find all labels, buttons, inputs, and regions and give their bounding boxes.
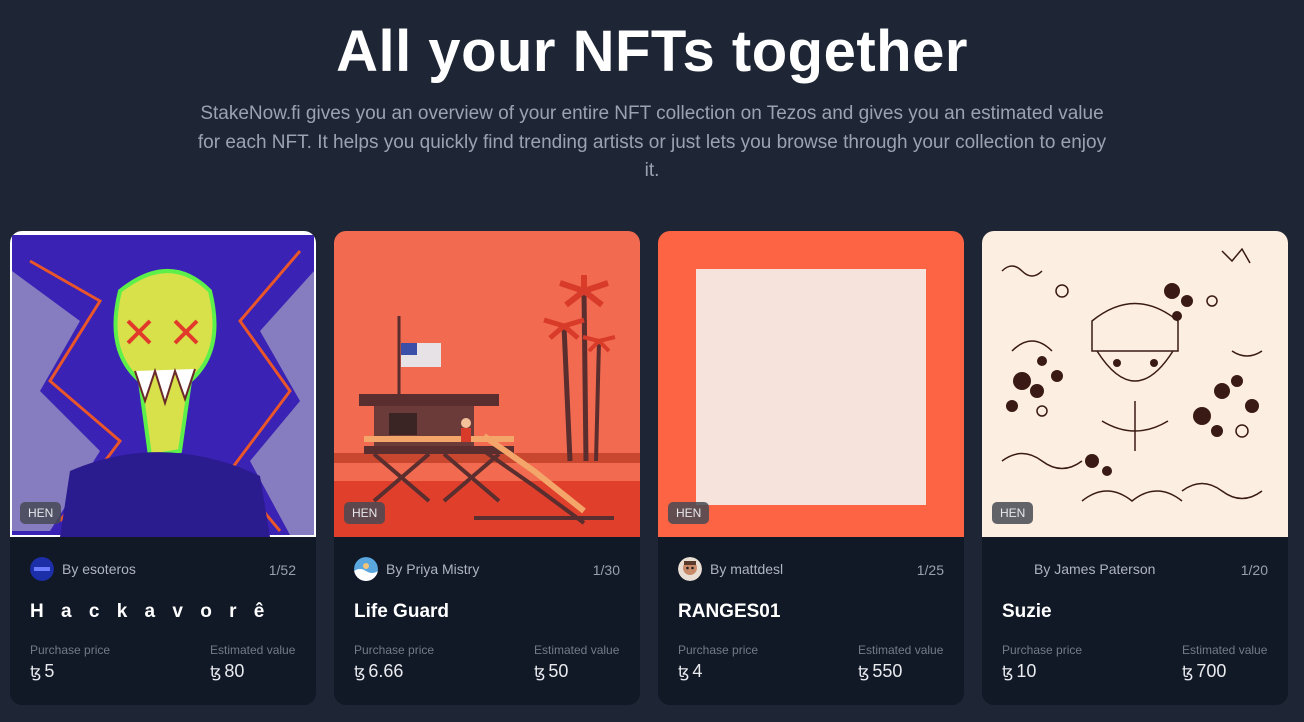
nft-title[interactable]: Suzie: [1002, 601, 1052, 623]
marketplace-badge: HEN: [344, 502, 386, 524]
estimated-value-value: ꜩ 550: [858, 661, 903, 681]
purchase-price-value: ꜩ4: [678, 661, 703, 681]
purchase-price-label: Purchase price: [1002, 643, 1083, 657]
nft-artwork-image: [982, 231, 1288, 537]
tezos-icon: ꜩ: [210, 664, 222, 681]
creator-name[interactable]: By mattdesl: [710, 561, 783, 577]
nft-card-ranges01[interactable]: HEN By mattdesl 1/25 RANGES01 Purchase p…: [658, 231, 964, 705]
edition-count: 1/20: [1240, 562, 1268, 578]
creator-avatar[interactable]: [354, 557, 378, 581]
nft-title[interactable]: Life Guard: [354, 601, 449, 623]
marketplace-badge: HEN: [668, 502, 710, 524]
nft-artwork[interactable]: [334, 231, 640, 537]
nft-card-grid: HEN By esoteros 1/52 H a c k a v o r ê P…: [10, 231, 1294, 705]
creator-name[interactable]: By James Paterson: [1034, 561, 1155, 577]
nft-artwork[interactable]: [982, 231, 1288, 537]
estimated-value-value: ꜩ 80: [210, 661, 245, 681]
purchase-price-label: Purchase price: [678, 643, 759, 657]
creator-avatar[interactable]: [678, 557, 702, 581]
estimated-value-label: Estimated value: [210, 643, 296, 657]
estimated-value-value: ꜩ 700: [1182, 661, 1227, 681]
nft-artwork[interactable]: [658, 231, 964, 537]
estimated-value-label: Estimated value: [858, 643, 944, 657]
nft-card-suzie[interactable]: HEN By James Paterson 1/20 Suzie Purchas…: [982, 231, 1288, 705]
edition-count: 1/30: [592, 562, 620, 578]
tezos-icon: ꜩ: [534, 664, 546, 681]
creator-row[interactable]: By Priya Mistry 1/30: [354, 557, 620, 581]
creator-name[interactable]: By esoteros: [62, 561, 136, 577]
tezos-icon: ꜩ: [30, 664, 42, 681]
purchase-price-label: Purchase price: [354, 643, 435, 657]
creator-row[interactable]: By mattdesl 1/25: [678, 557, 944, 581]
nft-title[interactable]: H a c k a v o r ê: [30, 601, 270, 623]
purchase-price-value: ꜩ5: [30, 661, 55, 681]
page-title: All your NFTs together: [336, 19, 968, 84]
estimated-value-value: ꜩ 50: [534, 661, 569, 681]
estimated-value-label: Estimated value: [1182, 643, 1268, 657]
tezos-icon: ꜩ: [678, 664, 690, 681]
nft-card-life-guard[interactable]: HEN By Priya Mistry 1/30 Life Guard Purc…: [334, 231, 640, 705]
creator-row[interactable]: By James Paterson 1/20: [1002, 557, 1268, 581]
creator-row[interactable]: By esoteros 1/52: [30, 557, 296, 581]
page-subtitle: StakeNow.fi gives you an overview of you…: [197, 103, 1107, 181]
creator-name[interactable]: By Priya Mistry: [386, 561, 479, 577]
tezos-icon: ꜩ: [858, 664, 870, 681]
marketplace-badge: HEN: [20, 502, 62, 524]
edition-count: 1/52: [268, 562, 296, 578]
creator-avatar[interactable]: [1002, 557, 1026, 581]
tezos-icon: ꜩ: [354, 664, 366, 681]
nft-artwork[interactable]: [10, 231, 316, 537]
nft-artwork-image: [334, 231, 640, 537]
edition-count: 1/25: [916, 562, 944, 578]
nft-artwork-image: [658, 231, 964, 537]
tezos-icon: ꜩ: [1182, 664, 1194, 681]
nft-artwork-image: [10, 231, 316, 537]
purchase-price-value: ꜩ 6.66: [354, 661, 404, 681]
marketplace-badge: HEN: [992, 502, 1034, 524]
creator-avatar[interactable]: [30, 557, 54, 581]
nft-card-hackavore[interactable]: HEN By esoteros 1/52 H a c k a v o r ê P…: [10, 231, 316, 705]
nft-title[interactable]: RANGES01: [678, 601, 780, 623]
purchase-price-value: ꜩ 10: [1002, 661, 1037, 681]
estimated-value-label: Estimated value: [534, 643, 620, 657]
tezos-icon: ꜩ: [1002, 664, 1014, 681]
purchase-price-label: Purchase price: [30, 643, 111, 657]
